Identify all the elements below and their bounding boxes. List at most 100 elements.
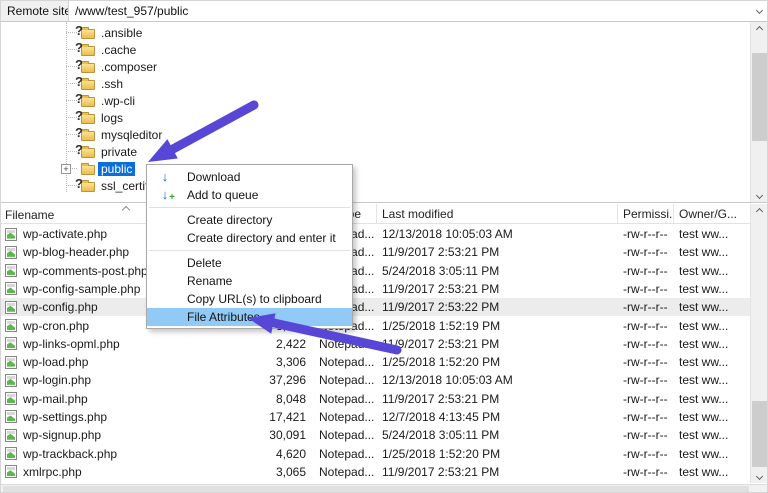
remote-site-combobox[interactable]: /www/test_957/public <box>68 1 768 21</box>
file-row-xmlrpc-php[interactable]: xmlrpc.php3,065Notepad...11/9/2017 2:53:… <box>1 463 752 481</box>
scroll-down-icon[interactable] <box>751 469 768 483</box>
file-row-wp-login-php[interactable]: wp-login.php37,296Notepad...12/13/2018 1… <box>1 371 752 389</box>
size-cell: 4,620 <box>256 447 314 461</box>
scrollbar-thumb[interactable] <box>752 53 767 141</box>
owner-cell: test ww... <box>674 264 752 278</box>
tree-item-label: .cache <box>98 43 139 57</box>
remote-site-path: /www/test_957/public <box>75 4 188 18</box>
filename-cell: wp-settings.php <box>1 410 256 424</box>
filetype-cell: Notepad... <box>314 355 377 369</box>
menu-item-create-directory[interactable]: Create directory <box>147 211 352 229</box>
modified-cell: 1/25/2018 1:52:20 PM <box>377 447 618 461</box>
menu-item-label: Create directory <box>187 213 272 227</box>
menu-separator <box>147 247 352 254</box>
file-row-wp-load-php[interactable]: wp-load.php3,306Notepad...1/25/2018 1:52… <box>1 353 752 371</box>
tree-item-cache[interactable]: ?.cache <box>1 41 752 58</box>
folder-question-icon: ? <box>77 77 95 91</box>
file-row-wp-cron-php[interactable]: wp-cron.php3,009Notepad...1/25/2018 1:52… <box>1 316 752 334</box>
filename-cell: wp-signup.php <box>1 428 256 442</box>
file-row-wp-settings-php[interactable]: wp-settings.php17,421Notepad...12/7/2018… <box>1 408 752 426</box>
tree-item-composer[interactable]: ?.composer <box>1 58 752 75</box>
filename-text: wp-settings.php <box>23 410 107 424</box>
column-header-owner-group[interactable]: Owner/G... <box>674 204 752 223</box>
scroll-up-icon[interactable] <box>751 204 768 218</box>
tree-item-label: .wp-cli <box>98 94 138 108</box>
file-row-wp-mail-php[interactable]: wp-mail.php8,048Notepad...11/9/2017 2:53… <box>1 390 752 408</box>
scroll-down-icon[interactable] <box>751 188 768 202</box>
scrollbar-thumb[interactable] <box>3 486 749 493</box>
menu-item-file-attributes[interactable]: File Attributes... <box>147 308 352 326</box>
file-row-wp-links-opml-php[interactable]: wp-links-opml.php2,422Notepad...11/9/201… <box>1 335 752 353</box>
menu-item-add-to-queue[interactable]: ↓+Add to queue <box>147 186 352 204</box>
question-mark-icon: ? <box>75 177 83 190</box>
permissions-cell: -rw-r--r-- <box>618 410 674 424</box>
filezilla-remote-pane: Remote site: /www/test_957/public ?.ansi… <box>0 0 768 493</box>
owner-cell: test ww... <box>674 282 752 296</box>
php-file-icon <box>5 429 17 442</box>
file-row-wp-config-php[interactable]: wp-config.phpNotepad...11/9/2017 2:53:22… <box>1 298 752 316</box>
php-file-icon <box>5 465 17 478</box>
tree-item-label: private <box>98 145 140 159</box>
tree-item-ssl-certif[interactable]: ?ssl_certif <box>1 177 752 194</box>
folder-shape <box>81 29 95 39</box>
expand-plus-icon[interactable]: + <box>61 164 71 174</box>
menu-item-delete[interactable]: Delete <box>147 254 352 272</box>
tree-item-ssh[interactable]: ?.ssh <box>1 75 752 92</box>
file-row-wp-comments-post-php[interactable]: wp-comments-post.phpNotepad...5/24/2018 … <box>1 262 752 280</box>
file-row-wp-config-sample-php[interactable]: wp-config-sample.phpNotepad...11/9/2017 … <box>1 280 752 298</box>
question-mark-icon: ? <box>75 126 83 139</box>
tree-item-label: public <box>98 162 135 176</box>
filename-cell: wp-trackback.php <box>1 447 256 461</box>
size-cell: 8,048 <box>256 392 314 406</box>
folder-question-icon: ? <box>77 94 95 108</box>
tree-item-ansible[interactable]: ?.ansible <box>1 24 752 41</box>
permissions-cell: -rw-r--r-- <box>618 465 674 479</box>
tree-scrollbar[interactable] <box>750 22 767 202</box>
php-file-icon <box>5 228 17 241</box>
php-file-icon <box>5 410 17 423</box>
menu-item-download[interactable]: ↓Download <box>147 168 352 186</box>
filetype-cell: Notepad... <box>314 373 377 387</box>
menu-item-rename[interactable]: Rename <box>147 272 352 290</box>
size-cell: 3,306 <box>256 355 314 369</box>
chevron-down-icon[interactable] <box>756 7 763 14</box>
filename-text: wp-login.php <box>23 373 91 387</box>
tree-item-label: .ansible <box>98 26 145 40</box>
folder-shape <box>81 114 95 124</box>
php-file-icon <box>5 337 17 350</box>
file-row-wp-trackback-php[interactable]: wp-trackback.php4,620Notepad...1/25/2018… <box>1 444 752 462</box>
tree-item-wp-cli[interactable]: ?.wp-cli <box>1 92 752 109</box>
menu-item-create-directory-and-enter-it[interactable]: Create directory and enter it <box>147 229 352 247</box>
file-row-wp-activate-php[interactable]: wp-activate.phpNotepad...12/13/2018 10:0… <box>1 225 752 243</box>
directory-tree: ?.ansible?.cache?.composer?.ssh?.wp-cli?… <box>1 22 752 202</box>
menu-item-label: Copy URL(s) to clipboard <box>187 292 322 306</box>
column-header-label: Filename <box>5 208 54 222</box>
scroll-up-icon[interactable] <box>751 22 768 36</box>
tree-item-public[interactable]: + public <box>1 160 752 177</box>
file-row-wp-signup-php[interactable]: wp-signup.php30,091Notepad...5/24/2018 3… <box>1 426 752 444</box>
column-header-permissions[interactable]: Permissi... <box>618 204 674 223</box>
file-list-header: Filename Size Filetype Last modified Per… <box>1 204 752 224</box>
permissions-cell: -rw-r--r-- <box>618 355 674 369</box>
filename-text: wp-config-sample.php <box>23 282 140 296</box>
file-row-wp-blog-header-php[interactable]: wp-blog-header.phpNotepad...11/9/2017 2:… <box>1 243 752 261</box>
tree-item-mysqleditor[interactable]: ? mysqleditor <box>1 126 752 143</box>
filename-text: xmlrpc.php <box>23 465 82 479</box>
filename-text: wp-blog-header.php <box>23 245 129 259</box>
modified-cell: 11/9/2017 2:53:21 PM <box>377 465 618 479</box>
scrollbar-thumb[interactable] <box>752 401 767 467</box>
column-header-last-modified[interactable]: Last modified <box>377 204 618 223</box>
sort-ascending-icon <box>122 206 130 214</box>
php-file-icon <box>5 301 17 314</box>
tree-item-label: mysqleditor <box>98 128 165 142</box>
list-scrollbar[interactable] <box>750 204 767 483</box>
menu-item-label: Delete <box>187 256 222 270</box>
menu-item-copy-url-s-to-clipboard[interactable]: Copy URL(s) to clipboard <box>147 290 352 308</box>
permissions-cell: -rw-r--r-- <box>618 227 674 241</box>
horizontal-scrollbar[interactable] <box>1 484 768 493</box>
tree-item-private[interactable]: ?private <box>1 143 752 160</box>
tree-item-label: logs <box>98 111 126 125</box>
modified-cell: 11/9/2017 2:53:21 PM <box>377 337 618 351</box>
tree-item-logs[interactable]: ?logs <box>1 109 752 126</box>
file-list: Filename Size Filetype Last modified Per… <box>1 204 752 483</box>
